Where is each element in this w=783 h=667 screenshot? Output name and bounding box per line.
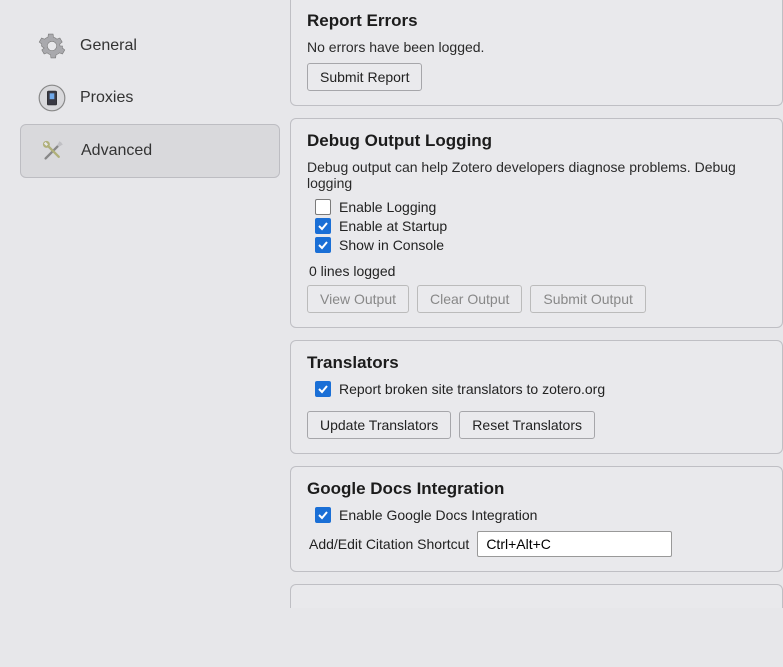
sidebar-item-general[interactable]: General — [20, 20, 280, 72]
sidebar-item-proxies[interactable]: Proxies — [20, 72, 280, 124]
shortcut-input[interactable] — [477, 531, 672, 557]
update-translators-button[interactable]: Update Translators — [307, 411, 451, 439]
checkbox-label: Show in Console — [339, 237, 444, 253]
tools-icon — [39, 137, 67, 165]
enable-logging-checkbox[interactable] — [315, 199, 331, 215]
enable-startup-checkbox[interactable] — [315, 218, 331, 234]
sidebar-item-label: Advanced — [81, 142, 152, 160]
lines-logged-text: 0 lines logged — [309, 263, 766, 279]
shortcut-label: Add/Edit Citation Shortcut — [309, 536, 469, 552]
enable-gdocs-checkbox[interactable] — [315, 507, 331, 523]
content-panel: Report Errors No errors have been logged… — [290, 0, 783, 667]
clear-output-button[interactable]: Clear Output — [417, 285, 522, 313]
sidebar-item-label: General — [80, 37, 137, 55]
checkbox-label: Enable at Startup — [339, 218, 447, 234]
checkbox-label: Enable Logging — [339, 199, 436, 215]
reset-translators-button[interactable]: Reset Translators — [459, 411, 595, 439]
section-title: Translators — [307, 353, 766, 373]
submit-report-button[interactable]: Submit Report — [307, 63, 422, 91]
section-gdocs: Google Docs Integration Enable Google Do… — [290, 466, 783, 572]
checkbox-label: Report broken site translators to zotero… — [339, 381, 605, 397]
enable-logging-row[interactable]: Enable Logging — [315, 199, 766, 215]
show-console-row[interactable]: Show in Console — [315, 237, 766, 253]
debug-desc: Debug output can help Zotero developers … — [307, 159, 766, 191]
section-report-errors: Report Errors No errors have been logged… — [290, 0, 783, 106]
checkbox-label: Enable Google Docs Integration — [339, 507, 537, 523]
show-console-checkbox[interactable] — [315, 237, 331, 253]
section-debug-logging: Debug Output Logging Debug output can he… — [290, 118, 783, 328]
enable-gdocs-row[interactable]: Enable Google Docs Integration — [315, 507, 766, 523]
sidebar-item-advanced[interactable]: Advanced — [20, 124, 280, 178]
enable-startup-row[interactable]: Enable at Startup — [315, 218, 766, 234]
report-broken-row[interactable]: Report broken site translators to zotero… — [315, 381, 766, 397]
view-output-button[interactable]: View Output — [307, 285, 409, 313]
submit-output-button[interactable]: Submit Output — [530, 285, 646, 313]
section-translators: Translators Report broken site translato… — [290, 340, 783, 454]
section-title: Debug Output Logging — [307, 131, 766, 151]
report-broken-checkbox[interactable] — [315, 381, 331, 397]
section-title: Report Errors — [307, 11, 766, 31]
gear-icon — [38, 32, 66, 60]
report-errors-status: No errors have been logged. — [307, 39, 766, 55]
proxy-icon — [38, 84, 66, 112]
section-next-stub — [290, 584, 783, 608]
sidebar: General Proxies — [0, 0, 290, 667]
sidebar-item-label: Proxies — [80, 89, 133, 107]
section-title: Google Docs Integration — [307, 479, 766, 499]
